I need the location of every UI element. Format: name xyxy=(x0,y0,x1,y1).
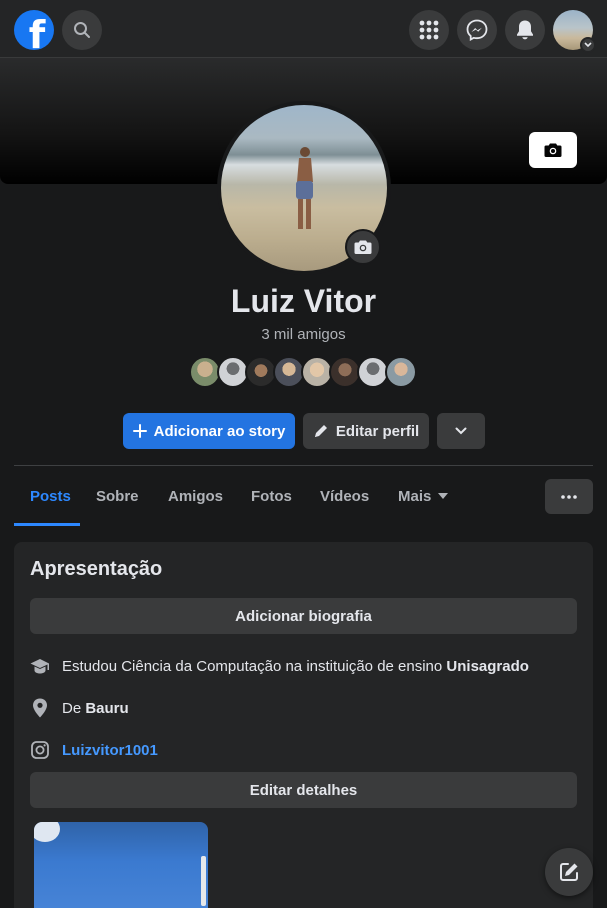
edit-profile-picture-button[interactable] xyxy=(345,229,381,265)
facebook-logo[interactable]: f xyxy=(14,10,54,50)
top-navigation-bar: f xyxy=(0,0,607,58)
camera-icon xyxy=(544,143,562,157)
caret-down-icon xyxy=(438,493,449,499)
notifications-button[interactable] xyxy=(505,10,545,50)
notifications-icon xyxy=(517,20,533,40)
tab-posts[interactable]: Posts xyxy=(30,466,71,526)
account-menu-chevron[interactable] xyxy=(580,37,596,53)
tab-mais[interactable]: Mais xyxy=(398,466,449,526)
account-avatar-button[interactable] xyxy=(553,10,596,53)
tab-sobre[interactable]: Sobre xyxy=(96,466,139,526)
featured-photo-cloud xyxy=(34,822,60,842)
search-button[interactable] xyxy=(62,10,102,50)
active-tab-indicator xyxy=(14,523,80,526)
profile-tabs: Posts Sobre Amigos Fotos Vídeos Mais xyxy=(14,466,593,526)
plus-icon xyxy=(132,424,147,438)
tab-amigos[interactable]: Amigos xyxy=(168,466,223,526)
education-school[interactable]: Unisagrado xyxy=(446,658,529,675)
menu-button[interactable] xyxy=(409,10,449,50)
tab-videos[interactable]: Vídeos xyxy=(320,466,369,526)
new-post-button[interactable] xyxy=(545,848,593,896)
profile-picture-person xyxy=(296,147,313,229)
more-horizontal-icon xyxy=(561,494,577,499)
education-row: Estudou Ciência da Computação na institu… xyxy=(30,654,529,678)
location-pin-icon xyxy=(30,698,50,718)
pencil-icon xyxy=(314,425,327,437)
messenger-icon xyxy=(466,19,488,41)
chevron-down-icon xyxy=(455,427,467,435)
tab-fotos[interactable]: Fotos xyxy=(251,466,292,526)
featured-photo[interactable] xyxy=(34,822,208,908)
featured-photo-pole xyxy=(201,856,206,906)
intro-title: Apresentação xyxy=(30,558,163,580)
facebook-logo-letter: f xyxy=(28,13,46,50)
search-icon xyxy=(74,22,90,38)
edit-profile-button[interactable]: Editar perfil xyxy=(303,413,429,449)
more-options-button[interactable] xyxy=(545,479,593,514)
instagram-row: Luizvitor1001 xyxy=(30,738,158,762)
education-text: Estudou Ciência da Computação na institu… xyxy=(62,657,447,675)
tab-mais-label: Mais xyxy=(398,487,432,505)
edit-profile-label: Editar perfil xyxy=(335,422,420,440)
hometown-row: De Bauru xyxy=(30,696,129,720)
instagram-icon xyxy=(30,740,50,760)
add-to-story-label: Adicionar ao story xyxy=(153,422,286,440)
hometown-prefix: De xyxy=(62,699,86,717)
profile-name: Luiz Vitor xyxy=(230,283,377,319)
chevron-down-icon xyxy=(584,42,592,48)
messenger-button[interactable] xyxy=(457,10,497,50)
graduation-cap-icon xyxy=(30,656,50,676)
friends-count[interactable]: 3 mil amigos xyxy=(0,326,607,343)
friend-avatar[interactable] xyxy=(385,356,417,388)
instagram-link[interactable]: Luizvitor1001 xyxy=(62,742,158,759)
add-to-story-button[interactable]: Adicionar ao story xyxy=(123,413,295,449)
compose-icon xyxy=(560,863,578,881)
menu-grid-icon xyxy=(419,20,439,40)
camera-icon xyxy=(354,240,372,254)
add-bio-button[interactable]: Adicionar biografia xyxy=(30,598,577,634)
edit-details-button[interactable]: Editar detalhes xyxy=(30,772,577,808)
hometown-name[interactable]: Bauru xyxy=(85,700,128,717)
edit-cover-photo-button[interactable] xyxy=(529,132,577,168)
profile-options-button[interactable] xyxy=(437,413,485,449)
